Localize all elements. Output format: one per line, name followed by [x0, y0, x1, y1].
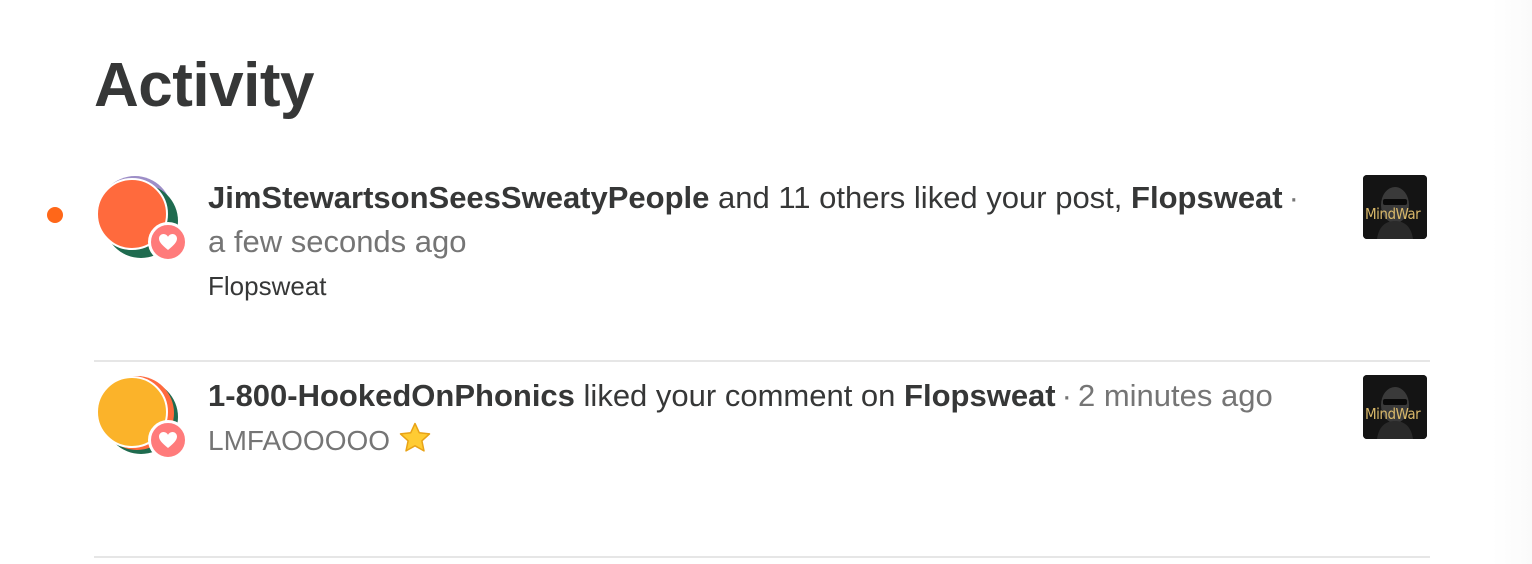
post-title-link[interactable]: Flopsweat: [904, 378, 1056, 413]
activity-item[interactable]: 1-800-HookedOnPhonics liked your comment…: [94, 362, 1430, 558]
activity-body: 1-800-HookedOnPhonics liked your comment…: [208, 374, 1318, 463]
excerpt-text: LMFAOOOOO: [208, 425, 391, 456]
post-title-link[interactable]: Flopsweat: [1131, 180, 1283, 215]
actor-avatar-stack[interactable]: [96, 374, 188, 460]
activity-list: JimStewartsonSeesSweatyPeople and 11 oth…: [47, 160, 1430, 558]
separator: ·: [1061, 378, 1072, 413]
post-thumbnail[interactable]: MindWar: [1363, 175, 1427, 239]
heart-icon: [148, 420, 188, 460]
unread-indicator: [47, 207, 63, 223]
timestamp: 2 minutes ago: [1077, 378, 1273, 413]
activity-excerpt: Flopsweat: [208, 271, 327, 301]
activity-body: JimStewartsonSeesSweatyPeople and 11 oth…: [208, 176, 1318, 304]
page-title: Activity: [94, 51, 314, 120]
activity-item[interactable]: JimStewartsonSeesSweatyPeople and 11 oth…: [47, 160, 1430, 362]
activity-text: JimStewartsonSeesSweatyPeople and 11 oth…: [208, 176, 1318, 264]
page-edge-shade: [1492, 0, 1532, 564]
actor-link[interactable]: 1-800-HookedOnPhonics: [208, 378, 575, 413]
actor-avatar-stack[interactable]: [96, 176, 188, 262]
activity-excerpt: LMFAOOOOO: [208, 422, 1318, 463]
thumbnail-wordmark: MindWar: [1365, 405, 1421, 423]
activity-action: liked your comment on: [583, 378, 896, 413]
heart-icon: [148, 222, 188, 262]
actor-link[interactable]: JimStewartsonSeesSweatyPeople: [208, 180, 709, 215]
timestamp: a few seconds ago: [208, 224, 467, 259]
activity-action: and 11 others liked your post,: [718, 180, 1123, 215]
separator: ·: [1288, 180, 1299, 215]
activity-text: 1-800-HookedOnPhonics liked your comment…: [208, 374, 1318, 418]
star-emoji-icon: [398, 422, 432, 463]
thumbnail-wordmark: MindWar: [1365, 205, 1421, 223]
post-thumbnail[interactable]: MindWar: [1363, 375, 1427, 439]
